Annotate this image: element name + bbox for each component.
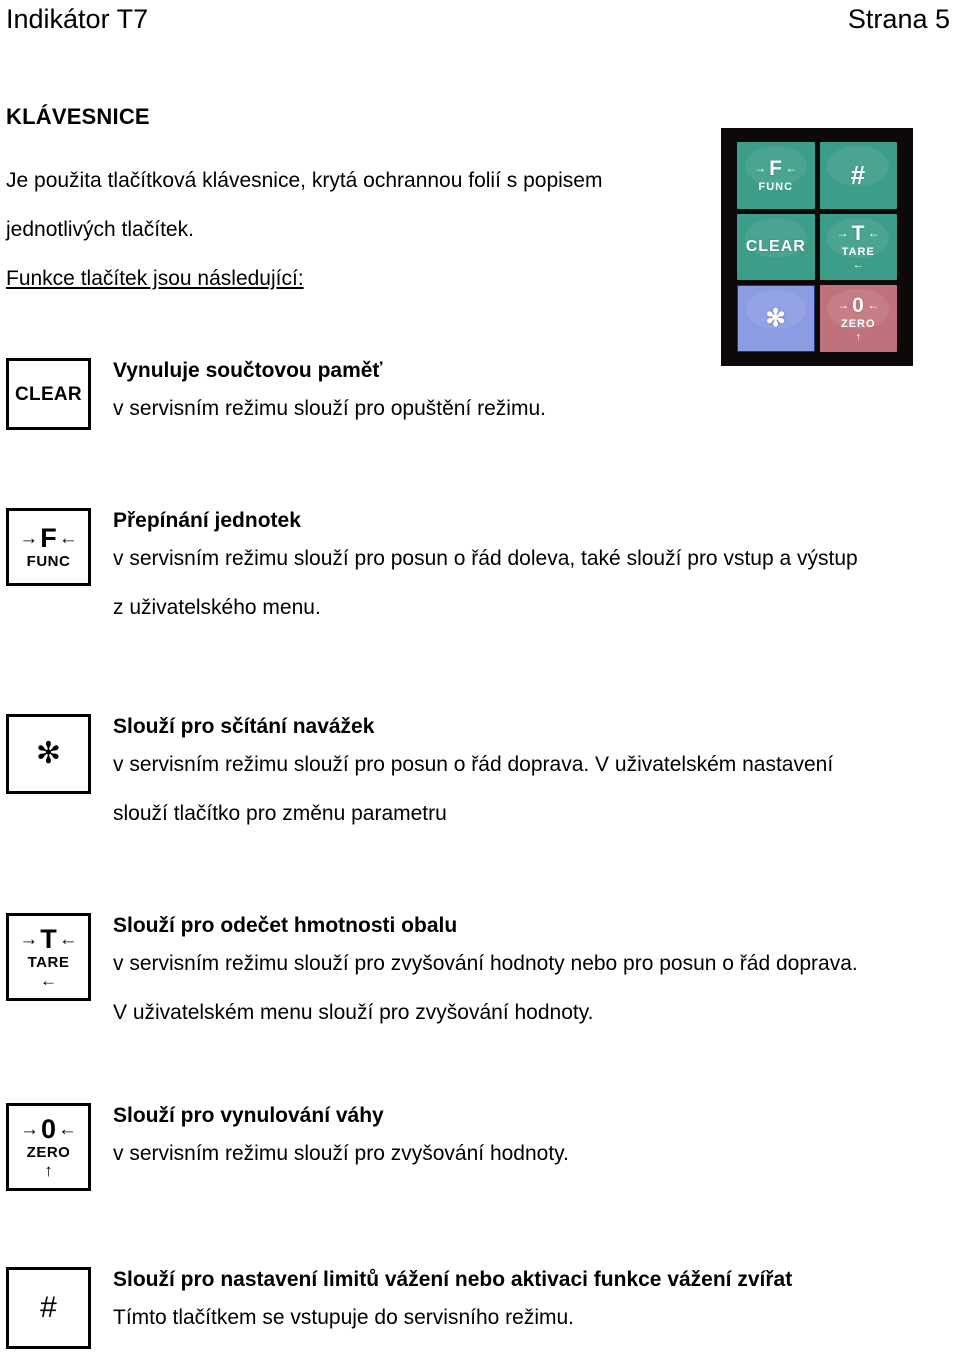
key-heading-zero: Slouží pro vynulování váhy	[113, 1104, 384, 1127]
arrow-left-icon: ←	[40, 970, 57, 990]
keypad-tare-sublabel: TARE	[841, 245, 875, 258]
key-entry-asterisk: ✻ Slouží pro sčítání navážek v servisním…	[6, 714, 954, 838]
key-text-asterisk: Slouží pro sčítání navážek v servisním r…	[91, 714, 954, 838]
arrow-right-icon: →	[19, 1118, 39, 1140]
func-icon-letter: F	[40, 523, 57, 553]
key-body-asterisk-line-2: slouží tlačítko pro změnu parametru	[113, 802, 447, 825]
key-icon-asterisk: ✻	[6, 714, 91, 794]
key-body-zero-line-1: v servisním režimu slouží pro zvyšování …	[113, 1142, 569, 1165]
key-entry-tare: → T ← TARE ← Slouží pro odečet hmotnosti…	[6, 913, 954, 1037]
hash-icon: #	[850, 160, 866, 191]
document-title: Indikátor T7	[6, 4, 149, 34]
key-body-tare-line-2: V uživatelském menu slouží pro zvyšování…	[113, 1001, 594, 1024]
key-heading-asterisk: Slouží pro sčítání navážek	[113, 715, 375, 738]
page-title: KLÁVESNICE	[6, 104, 150, 129]
arrow-left-icon: ←	[852, 258, 864, 271]
tare-icon-row: → T ←	[19, 923, 78, 954]
keypad-tare-letter: T	[851, 221, 865, 245]
arrow-left-icon: ←	[785, 161, 798, 176]
key-icon-func: → F ← FUNC	[6, 508, 91, 586]
key-icon-zero: → 0 ← ZERO ↑	[6, 1103, 91, 1191]
arrow-left-icon: ←	[867, 298, 880, 313]
keypad-zero-sublabel: ZERO	[840, 317, 876, 330]
key-text-zero: Slouží pro vynulování váhy v servisním r…	[91, 1103, 954, 1178]
key-entry-hash: # Slouží pro nastavení limitů vážení neb…	[6, 1267, 954, 1349]
key-heading-tare: Slouží pro odečet hmotnosti obalu	[113, 914, 458, 937]
tare-icon-sublabel: TARE	[27, 953, 70, 971]
zero-icon-row: → 0 ←	[19, 1113, 78, 1144]
key-entry-clear: CLEAR Vynuluje součtovou paměť v servisn…	[6, 358, 954, 433]
key-body-func-line-1: v servisním režimu slouží pro posun o řá…	[113, 547, 858, 570]
asterisk-icon: ✻	[35, 737, 62, 770]
key-entry-func: → F ← FUNC Přepínání jednotek v servisní…	[6, 508, 954, 632]
key-heading-clear: Vynuluje součtovou paměť	[113, 359, 383, 382]
key-icon-tare: → T ← TARE ←	[6, 913, 91, 1001]
arrow-left-icon: ←	[58, 928, 78, 950]
keypad-tare-row: → T ←	[837, 223, 880, 244]
keypad-func-row: → F ←	[754, 158, 797, 179]
arrow-right-icon: →	[754, 161, 767, 176]
key-heading-func: Přepínání jednotek	[113, 509, 301, 532]
intro-line-2: jednotlivých tlačítek.	[6, 218, 194, 241]
keypad-func-sublabel: FUNC	[758, 180, 794, 193]
key-icon-hash: #	[6, 1267, 91, 1349]
key-heading-hash: Slouží pro nastavení limitů vážení nebo …	[113, 1268, 793, 1291]
key-icon-clear: CLEAR	[6, 358, 91, 430]
arrow-up-icon: ↑	[855, 330, 862, 343]
zero-icon-digit: 0	[40, 1113, 57, 1144]
keypad-zero-digit: 0	[852, 293, 865, 317]
arrow-right-icon: →	[837, 298, 850, 313]
key-body-func-line-2: z uživatelského menu.	[113, 596, 321, 619]
keypad-zero-row: → 0 ←	[837, 295, 879, 316]
tare-icon-letter: T	[40, 923, 57, 954]
key-text-func: Přepínání jednotek v servisním režimu sl…	[91, 508, 954, 632]
intro-line-1: Je použita tlačítková klávesnice, krytá …	[6, 169, 603, 192]
intro-line-3-underlined: Funkce tlačítek jsou následující:	[6, 267, 304, 290]
key-body-clear-line-1: v servisním režimu slouží pro opuštění r…	[113, 397, 546, 420]
func-icon-row: → F ←	[19, 525, 78, 552]
arrow-right-icon: →	[19, 928, 39, 950]
keypad-clear-label: CLEAR	[745, 237, 806, 255]
key-text-tare: Slouží pro odečet hmotnosti obalu v serv…	[91, 913, 954, 1037]
key-body-asterisk-line-1: v servisním režimu slouží pro posun o řá…	[113, 753, 834, 776]
key-text-clear: Vynuluje součtovou paměť v servisním rež…	[91, 358, 954, 433]
func-icon-sublabel: FUNC	[26, 553, 71, 570]
key-entry-zero: → 0 ← ZERO ↑ Slouží pro vynulování váhy …	[6, 1103, 954, 1191]
zero-icon-sublabel: ZERO	[26, 1143, 71, 1161]
key-text-hash: Slouží pro nastavení limitů vážení nebo …	[91, 1267, 954, 1342]
intro-content: KLÁVESNICE Je použita tlačítková klávesn…	[6, 104, 954, 303]
keypad-func-letter: F	[769, 156, 783, 180]
clear-icon-label: CLEAR	[15, 383, 82, 405]
arrow-up-icon: ↑	[44, 1160, 53, 1180]
page-header: Indikátor T7 Strana 5	[0, 0, 960, 46]
page-number-label: Strana 5	[847, 4, 950, 34]
hash-icon: #	[40, 1291, 57, 1324]
key-body-tare-line-1: v servisním režimu slouží pro zvyšování …	[113, 952, 858, 975]
arrow-left-icon: ←	[58, 528, 78, 549]
arrow-right-icon: →	[19, 528, 39, 549]
arrow-right-icon: →	[836, 226, 849, 241]
arrow-left-icon: ←	[867, 226, 880, 241]
key-body-hash-line-1: Tímto tlačítkem se vstupuje do servisníh…	[113, 1306, 575, 1329]
arrow-left-icon: ←	[58, 1118, 78, 1140]
asterisk-icon: ✻	[765, 304, 787, 332]
